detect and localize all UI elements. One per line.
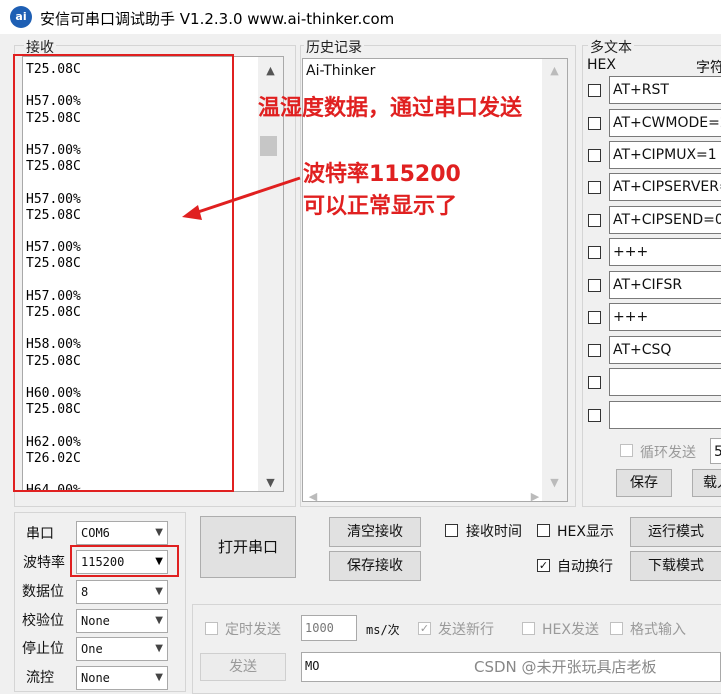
loop-send-checkbox[interactable] <box>620 444 633 457</box>
flow-label: 流控 <box>26 670 54 686</box>
parity-label: 校验位 <box>22 613 64 629</box>
baud-highlight-box <box>70 545 179 577</box>
history-label: 历史记录 <box>304 37 364 57</box>
annotation-arrow-icon <box>182 176 301 220</box>
history-scroll-down-icon[interactable]: ▼ <box>542 476 567 489</box>
hex-checkbox-3[interactable] <box>588 149 601 162</box>
window-title: 安信可串口调试助手 V1.2.3.0 www.ai-thinker.com <box>40 10 395 28</box>
receive-highlight-box <box>13 54 234 492</box>
baud-annotation-line2: 可以正常显示了 <box>303 194 458 219</box>
databits-select[interactable]: 8 ▼ <box>76 580 168 604</box>
receive-time-checkbox[interactable] <box>445 524 458 537</box>
data-annotation: 温湿度数据，通过串口发送 <box>258 96 523 121</box>
hex-checkbox-9[interactable] <box>588 344 601 357</box>
hex-display-label: HEX显示 <box>557 524 614 540</box>
hex-checkbox-2[interactable] <box>588 117 601 130</box>
history-scroll-up-icon[interactable]: ▲ <box>542 64 567 77</box>
history-pane[interactable] <box>302 58 568 502</box>
ai-thinker-logo-icon: ai <box>10 6 32 28</box>
timed-send-label: 定时发送 <box>225 622 281 638</box>
auto-wrap-checkbox[interactable]: ✓ <box>537 559 550 572</box>
hex-checkbox-11[interactable] <box>588 409 601 422</box>
history-scroll-left-icon[interactable]: ◀ <box>306 490 320 503</box>
title-bar: ai 安信可串口调试助手 V1.2.3.0 www.ai-thinker.com <box>0 0 721 34</box>
chevron-down-icon[interactable]: ▼ <box>155 581 163 603</box>
parity-select[interactable]: None ▼ <box>76 609 168 633</box>
send-newline-checkbox[interactable]: ✓ <box>418 622 431 635</box>
hex-checkbox-10[interactable] <box>588 376 601 389</box>
receive-time-label: 接收时间 <box>466 524 522 540</box>
databits-label: 数据位 <box>22 584 64 600</box>
scroll-down-icon[interactable]: ▼ <box>258 476 283 489</box>
flow-value: None <box>81 671 110 685</box>
format-input-label: 格式输入 <box>630 622 686 638</box>
command-input-11[interactable] <box>609 401 721 429</box>
watermark: CSDN @未开张玩具店老板 <box>474 658 657 676</box>
timed-send-checkbox[interactable] <box>205 622 218 635</box>
port-value: COM6 <box>81 526 110 540</box>
parity-value: None <box>81 614 110 628</box>
download-mode-button[interactable]: 下载模式 <box>630 551 721 581</box>
command-input-6[interactable]: +++ <box>609 238 721 266</box>
receive-scrollbar[interactable] <box>258 57 283 491</box>
command-input-2[interactable]: AT+CWMODE=2 <box>609 109 721 137</box>
hex-checkbox-6[interactable] <box>588 246 601 259</box>
command-input-9[interactable]: AT+CSQ <box>609 336 721 364</box>
command-input-10[interactable] <box>609 368 721 396</box>
hex-send-checkbox[interactable] <box>522 622 535 635</box>
baud-annotation-line1: 波特率115200 <box>303 162 461 187</box>
flow-select[interactable]: None ▼ <box>76 666 168 690</box>
port-select[interactable]: COM6 ▼ <box>76 521 168 545</box>
stopbits-label: 停止位 <box>22 641 64 657</box>
interval-input[interactable]: 1000 <box>301 615 357 641</box>
interval-unit-label: ms/次 <box>366 623 400 637</box>
stopbits-value: One <box>81 642 103 656</box>
scroll-up-icon[interactable]: ▲ <box>258 64 283 77</box>
loop-interval-input[interactable]: 500 <box>710 438 721 464</box>
chevron-down-icon[interactable]: ▼ <box>155 522 163 544</box>
run-mode-button[interactable]: 运行模式 <box>630 517 721 547</box>
send-button[interactable]: 发送 <box>200 653 286 681</box>
loop-send-label: 循环发送 <box>640 445 696 461</box>
save-receive-button[interactable]: 保存接收 <box>329 551 421 581</box>
string-column-header: 字符串 <box>696 60 721 76</box>
hex-display-checkbox[interactable] <box>537 524 550 537</box>
open-port-button[interactable]: 打开串口 <box>200 516 296 578</box>
multi-text-label: 多文本 <box>588 37 634 57</box>
baud-label: 波特率 <box>23 555 65 571</box>
hex-column-header: HEX <box>587 57 616 73</box>
chevron-down-icon[interactable]: ▼ <box>155 610 163 632</box>
format-input-checkbox[interactable] <box>610 622 623 635</box>
command-input-3[interactable]: AT+CIPMUX=1 <box>609 141 721 169</box>
history-item[interactable]: Ai-Thinker <box>306 63 375 79</box>
history-scrollbar[interactable] <box>542 59 567 501</box>
databits-value: 8 <box>81 585 89 599</box>
command-input-1[interactable]: AT+RST <box>609 76 721 104</box>
multi-save-button[interactable]: 保存 <box>616 469 672 497</box>
hex-checkbox-7[interactable] <box>588 279 601 292</box>
chevron-down-icon[interactable]: ▼ <box>155 638 163 660</box>
command-input-8[interactable]: +++ <box>609 303 721 331</box>
command-input-7[interactable]: AT+CIFSR <box>609 271 721 299</box>
scroll-thumb[interactable] <box>260 136 277 156</box>
hex-checkbox-5[interactable] <box>588 214 601 227</box>
hex-checkbox-4[interactable] <box>588 181 601 194</box>
auto-wrap-label: 自动换行 <box>557 559 613 575</box>
command-input-4[interactable]: AT+CIPSERVER=1 <box>609 173 721 201</box>
hex-checkbox-8[interactable] <box>588 311 601 324</box>
hex-checkbox-1[interactable] <box>588 84 601 97</box>
port-label: 串口 <box>26 526 54 542</box>
history-scroll-right-icon[interactable]: ▶ <box>528 490 542 503</box>
hex-send-label: HEX发送 <box>542 622 599 638</box>
send-newline-label: 发送新行 <box>438 622 494 638</box>
command-input-5[interactable]: AT+CIPSEND=0 <box>609 206 721 234</box>
stopbits-select[interactable]: One ▼ <box>76 637 168 661</box>
clear-receive-button[interactable]: 清空接收 <box>329 517 421 547</box>
multi-load-button[interactable]: 载入 <box>692 469 721 497</box>
